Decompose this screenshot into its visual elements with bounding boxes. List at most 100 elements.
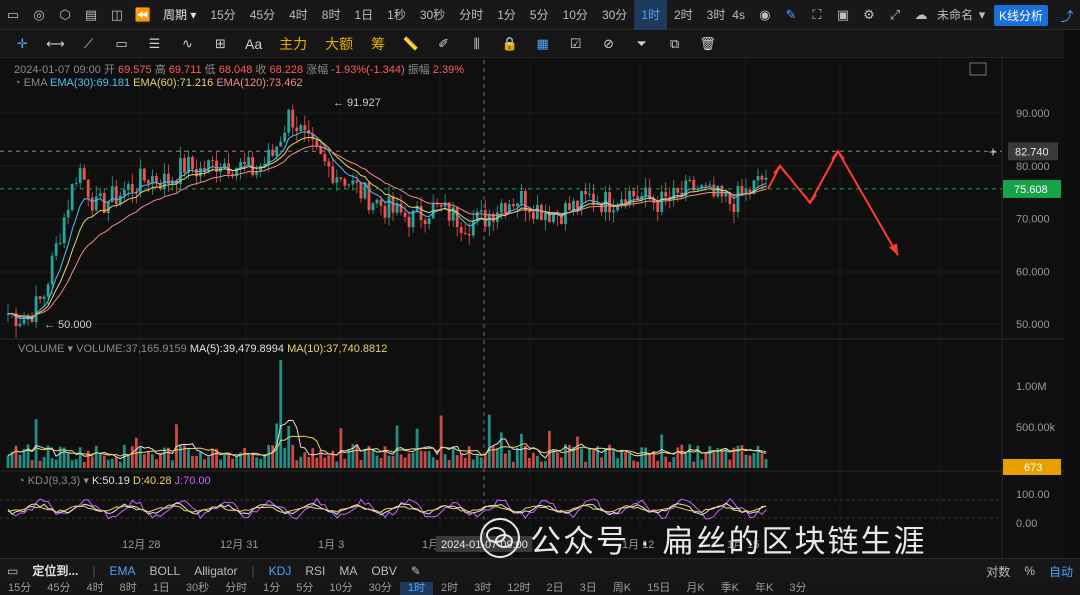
collapse-icon[interactable]: ▭ bbox=[0, 564, 25, 578]
candle-body bbox=[211, 160, 214, 162]
timeframe-5[interactable]: 1日 bbox=[347, 0, 380, 30]
bottom-timeframe-16[interactable]: 3日 bbox=[572, 582, 605, 595]
bottom-timeframe-4[interactable]: 1日 bbox=[145, 582, 178, 595]
percent-scale-button[interactable]: % bbox=[1017, 564, 1042, 578]
bottom-timeframe-22[interactable]: 3分 bbox=[781, 582, 814, 595]
sub-indicator-ma[interactable]: MA bbox=[332, 564, 364, 578]
timeframe-14[interactable]: 2时 bbox=[667, 0, 700, 30]
bottom-timeframe-13[interactable]: 3时 bbox=[466, 582, 499, 595]
rectangle-icon[interactable]: ▭ bbox=[105, 30, 138, 58]
indicator-boll[interactable]: BOLL bbox=[143, 564, 188, 578]
kline-analysis-button[interactable]: K线分析 bbox=[993, 4, 1048, 26]
log-scale-button[interactable]: 对数 bbox=[979, 563, 1017, 580]
bottom-timeframe-20[interactable]: 季K bbox=[713, 582, 747, 595]
auto-scale-button[interactable]: 自动 bbox=[1042, 563, 1080, 580]
timeframe-11[interactable]: 10分 bbox=[556, 0, 595, 30]
timeframe-6[interactable]: 1秒 bbox=[380, 0, 413, 30]
bottom-timeframe-21[interactable]: 年K bbox=[747, 582, 781, 595]
volume-legend[interactable]: VOLUME ▾ VOLUME:37,165.9159 MA(5):39,479… bbox=[18, 342, 387, 355]
big-order-button[interactable]: 大额 bbox=[316, 30, 362, 58]
share-icon[interactable]: ⤴ bbox=[1054, 0, 1080, 30]
link-icon[interactable]: ⊘ bbox=[592, 30, 625, 58]
period-dropdown[interactable]: 周期 ▾ bbox=[156, 0, 203, 30]
bottom-timeframe-10[interactable]: 30分 bbox=[361, 582, 400, 595]
ema-legend[interactable]: ◔ EMA EMA(30):69.181 EMA(60):71.216 EMA(… bbox=[14, 77, 303, 89]
main-force-button[interactable]: 主力 bbox=[270, 30, 316, 58]
collapse-icon[interactable]: ◔ bbox=[18, 475, 25, 487]
bottom-timeframe-5[interactable]: 30秒 bbox=[178, 582, 217, 595]
bottom-timeframe-list: 15分 45分 4时 8时 1日 30秒 分时 1分 5分 10分 30分 1时 2时 3时 12时 2日 3日… bbox=[0, 582, 1080, 595]
expand-icon[interactable]: ⤢ bbox=[882, 0, 908, 30]
symbol-icon[interactable]: ⬡ bbox=[52, 0, 78, 30]
indicator-alligator[interactable]: Alligator bbox=[187, 564, 244, 578]
locate-button[interactable]: 定位到... bbox=[25, 562, 85, 579]
timeframe-13[interactable]: 1时 bbox=[634, 0, 667, 30]
cloud-icon[interactable]: ☁ bbox=[908, 0, 934, 30]
chevron-down-icon[interactable]: ▾ bbox=[68, 343, 77, 355]
chips-button[interactable]: 筹 bbox=[362, 30, 394, 58]
volume-bar bbox=[756, 445, 760, 468]
lock-icon[interactable]: 🔒 bbox=[493, 30, 526, 58]
filter-icon[interactable]: ⏷ bbox=[625, 30, 658, 58]
bottom-timeframe-1[interactable]: 45分 bbox=[39, 582, 78, 595]
copy-icon[interactable]: ⧉ bbox=[658, 30, 691, 58]
crosshair-icon[interactable]: ✛ bbox=[6, 30, 39, 58]
bottom-timeframe-17[interactable]: 周K bbox=[605, 582, 639, 595]
trend-line-icon[interactable]: ⟋ bbox=[72, 30, 105, 58]
chevron-down-icon[interactable]: ▾ bbox=[83, 475, 92, 487]
wave-icon[interactable]: ∿ bbox=[171, 30, 204, 58]
bottom-timeframe-12[interactable]: 2时 bbox=[433, 582, 466, 595]
ruler-icon[interactable]: 📏 bbox=[394, 30, 427, 58]
bottom-timeframe-6[interactable]: 分时 bbox=[217, 582, 255, 595]
candle-icon[interactable]: ⫼ bbox=[460, 30, 493, 58]
coin-icon[interactable]: ◎ bbox=[26, 0, 52, 30]
chart-type-icon[interactable]: ▭ bbox=[0, 0, 26, 30]
screen-icon[interactable]: ▣ bbox=[830, 0, 856, 30]
chevron-down-icon[interactable]: ▾ bbox=[976, 0, 988, 30]
timeframe-1[interactable]: 15分 bbox=[203, 0, 242, 30]
bottom-timeframe-3[interactable]: 8时 bbox=[112, 582, 145, 595]
layout-icon[interactable]: ◫ bbox=[104, 0, 130, 30]
timeframe-8[interactable]: 分时 bbox=[452, 0, 490, 30]
rewind-icon[interactable]: ⏪ bbox=[130, 0, 156, 30]
bottom-timeframe-7[interactable]: 1分 bbox=[255, 582, 288, 595]
brush-icon[interactable]: ✐ bbox=[427, 30, 460, 58]
candle-body bbox=[511, 204, 515, 207]
kdj-legend[interactable]: ◔ KDJ(9,3,3) ▾ K:50.19 D:40.28 J:70.00 bbox=[18, 474, 211, 487]
fibonacci-icon[interactable]: ☰ bbox=[138, 30, 171, 58]
timeframe-7[interactable]: 30秒 bbox=[413, 0, 452, 30]
bottom-timeframe-11[interactable]: 1时 bbox=[399, 582, 433, 595]
bottom-timeframe-2[interactable]: 4时 bbox=[79, 582, 112, 595]
indicator-ema[interactable]: EMA bbox=[102, 564, 142, 578]
bottom-timeframe-0[interactable]: 15分 bbox=[0, 582, 39, 595]
draw-pen-icon[interactable]: ✎ bbox=[778, 0, 804, 30]
timeframe-4[interactable]: 8时 bbox=[315, 0, 348, 30]
timeframe-12[interactable]: 30分 bbox=[595, 0, 634, 30]
calendar-icon[interactable]: ▤ bbox=[78, 0, 104, 30]
magnet-icon[interactable]: ▦ bbox=[526, 30, 559, 58]
horizontal-line-icon[interactable]: ⟷ bbox=[39, 30, 72, 58]
bottom-timeframe-15[interactable]: 2日 bbox=[539, 582, 572, 595]
bottom-timeframe-9[interactable]: 10分 bbox=[321, 582, 360, 595]
bottom-timeframe-19[interactable]: 月K bbox=[678, 582, 712, 595]
sub-indicator-obv[interactable]: OBV bbox=[364, 564, 403, 578]
sub-indicator-rsi[interactable]: RSI bbox=[298, 564, 332, 578]
collapse-icon[interactable]: ◔ bbox=[14, 77, 24, 89]
fullscreen-icon[interactable]: ⛶ bbox=[804, 0, 830, 30]
settings-icon[interactable]: ⚙ bbox=[856, 0, 882, 30]
camera-icon[interactable]: ◉ bbox=[752, 0, 778, 30]
bottom-timeframe-8[interactable]: 5分 bbox=[288, 582, 321, 595]
sub-indicator-kdj[interactable]: KDJ bbox=[262, 564, 299, 578]
layout-name[interactable]: 未命名 bbox=[934, 0, 976, 30]
text-tool-button[interactable]: Aa bbox=[237, 30, 270, 58]
edit-indicator-icon[interactable]: ✎ bbox=[404, 564, 428, 578]
trash-icon[interactable]: 🗑 bbox=[691, 30, 724, 58]
bottom-timeframe-18[interactable]: 15日 bbox=[639, 582, 678, 595]
timeframe-3[interactable]: 4时 bbox=[282, 0, 315, 30]
bottom-timeframe-14[interactable]: 12时 bbox=[499, 582, 538, 595]
timeframe-2[interactable]: 45分 bbox=[243, 0, 282, 30]
timeframe-10[interactable]: 5分 bbox=[523, 0, 556, 30]
measure-icon[interactable]: ⊞ bbox=[204, 30, 237, 58]
timeframe-9[interactable]: 1分 bbox=[490, 0, 523, 30]
note-icon[interactable]: ☑ bbox=[559, 30, 592, 58]
